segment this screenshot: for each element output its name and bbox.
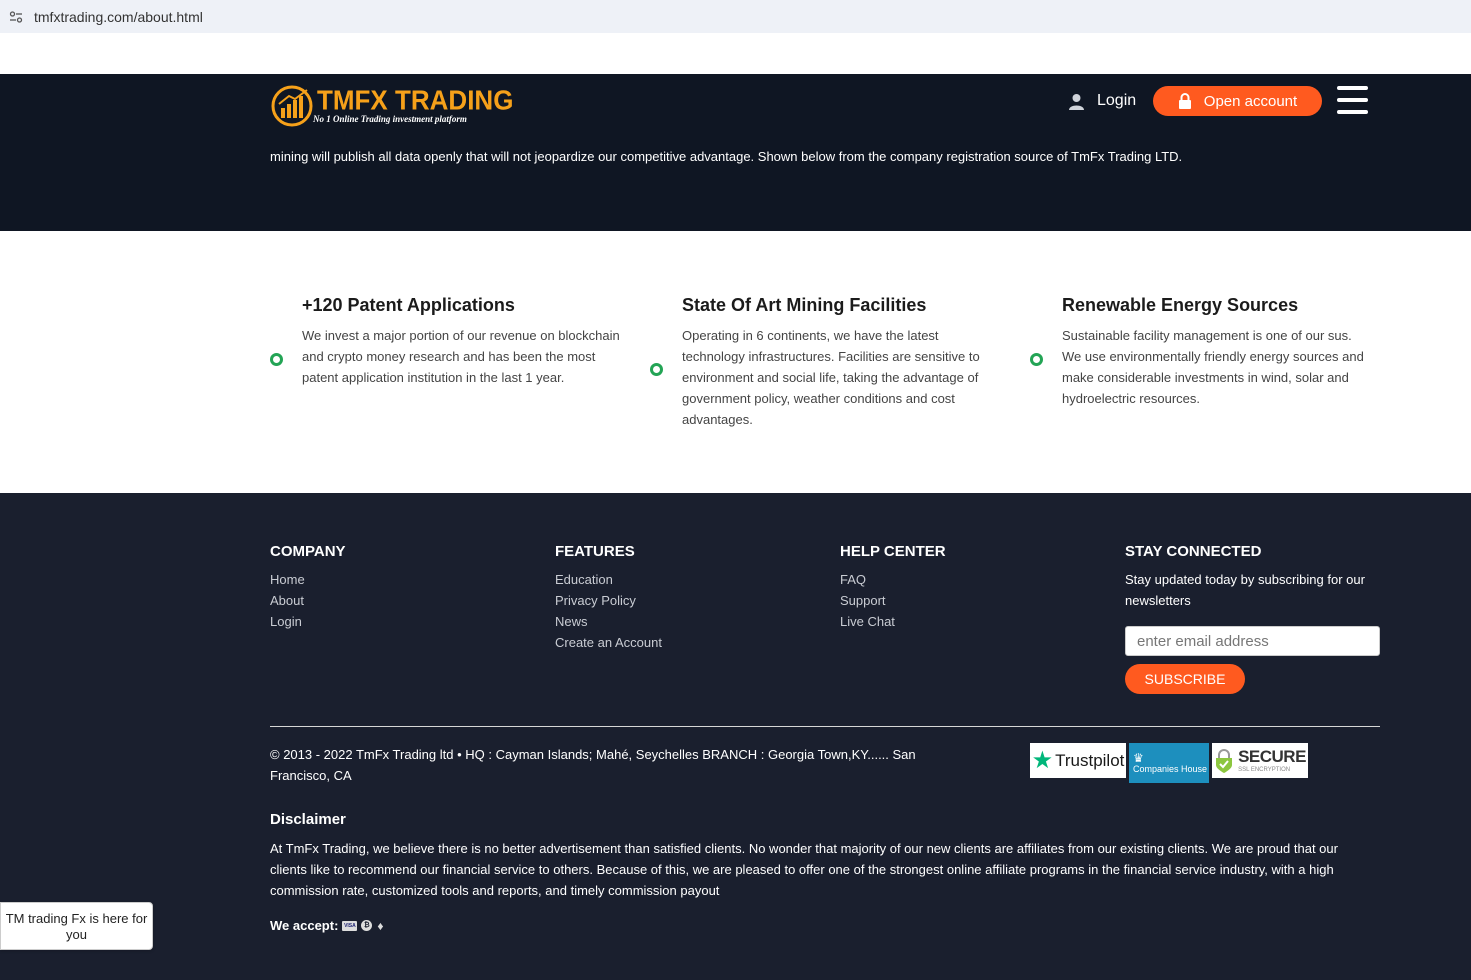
subscribe-button[interactable]: SUBSCRIBE [1125, 664, 1245, 694]
chat-widget[interactable]: TM trading Fx is here for you [0, 902, 153, 950]
footer-link-home[interactable]: Home [270, 569, 346, 590]
disclaimer-text: At TmFx Trading, we believe there is no … [270, 841, 1338, 898]
site-settings-icon[interactable] [8, 9, 24, 25]
newsletter-email-input[interactable] [1125, 626, 1380, 656]
green-bullet-icon [650, 363, 663, 376]
footer-heading: COMPANY [270, 543, 346, 560]
footer-heading: FEATURES [555, 543, 635, 560]
footer-link-create-account[interactable]: Create an Account [555, 632, 662, 653]
ssl-secure-badge[interactable]: SECURE SSL ENCRYPTION [1212, 743, 1308, 778]
footer-link-live-chat[interactable]: Live Chat [840, 611, 946, 632]
footer-help-column: HELP CENTER FAQ Support Live Chat [840, 543, 946, 632]
site-footer: COMPANY Home About Login FEATURES Educat… [0, 493, 1471, 980]
visa-icon: VISA [342, 920, 358, 931]
secure-label: SECURE [1238, 746, 1306, 766]
site-header: TMFX TRADING No 1 Online Trading investm… [0, 74, 1471, 231]
companies-house-badge[interactable]: ♛ Companies House [1129, 743, 1209, 783]
footer-link-privacy-policy[interactable]: Privacy Policy [555, 590, 662, 611]
features-section: +120 Patent Applications We invest a maj… [0, 231, 1471, 493]
star-icon: ★ [1031, 747, 1054, 774]
green-bullet-icon [1030, 353, 1043, 366]
feature-title: +120 Patent Applications [302, 295, 515, 315]
green-bullet-icon [270, 353, 283, 366]
trustpilot-label: Trustpilot [1055, 750, 1125, 770]
disclaimer-title: Disclaimer [270, 811, 346, 828]
open-account-label: Open account [1203, 92, 1298, 110]
trustpilot-badge[interactable]: ★ Trustpilot [1030, 743, 1126, 778]
footer-link-support[interactable]: Support [840, 590, 946, 611]
shield-check-icon [1216, 748, 1233, 773]
trust-badges: ★ Trustpilot ♛ Companies House SECURE SS… [1030, 743, 1311, 783]
login-label: Login [1097, 92, 1137, 109]
crest-icon: ♛ [1133, 751, 1144, 765]
footer-link-about[interactable]: About [270, 590, 346, 611]
feature-text: We invest a major portion of our revenue… [302, 328, 620, 385]
footer-link-news[interactable]: News [555, 611, 662, 632]
lock-icon [1178, 93, 1191, 109]
ethereum-icon: ♦ [377, 918, 384, 933]
footer-heading: HELP CENTER [840, 543, 946, 560]
feature-text: Operating in 6 continents, we have the l… [682, 328, 980, 427]
we-accept-label: We accept: [270, 918, 339, 933]
hamburger-menu-icon[interactable] [1337, 86, 1368, 114]
copyright-text: © 2013 - 2022 TmFx Trading ltd • HQ : Ca… [270, 747, 916, 783]
bitcoin-icon: ₿ [361, 920, 373, 931]
footer-link-faq[interactable]: FAQ [840, 569, 946, 590]
feature-title: State Of Art Mining Facilities [682, 295, 927, 315]
intro-text: mining will publish all data openly that… [270, 149, 1183, 164]
logo-chart-icon [271, 85, 313, 127]
login-link[interactable]: Login [1068, 92, 1136, 110]
footer-company-column: COMPANY Home About Login [270, 543, 346, 632]
footer-divider [270, 726, 1380, 727]
footer-link-education[interactable]: Education [555, 569, 662, 590]
feature-text: Sustainable facility management is one o… [1062, 328, 1364, 406]
site-logo[interactable]: TMFX TRADING No 1 Online Trading investm… [269, 82, 513, 128]
open-account-button[interactable]: Open account [1153, 86, 1322, 116]
footer-heading: STAY CONNECTED [1125, 543, 1262, 560]
ssl-label: SSL ENCRYPTION [1238, 766, 1291, 773]
url-text[interactable]: tmfxtrading.com/about.html [34, 9, 203, 25]
footer-features-column: FEATURES Education Privacy Policy News C… [555, 543, 662, 653]
logo-title: TMFX TRADING [317, 84, 514, 116]
we-accept-row: We accept: VISA ₿ ♦ [270, 918, 388, 933]
newsletter-text: Stay updated today by subscribing for ou… [1125, 572, 1365, 608]
footer-link-login[interactable]: Login [270, 611, 346, 632]
page-top-gap [0, 33, 1471, 74]
feature-title: Renewable Energy Sources [1062, 295, 1299, 315]
user-icon [1069, 93, 1084, 110]
companies-house-label: Companies House [1133, 764, 1208, 774]
footer-stay-connected-column: STAY CONNECTED Stay updated today by sub… [1125, 543, 1375, 611]
browser-url-bar: tmfxtrading.com/about.html [0, 0, 1471, 33]
